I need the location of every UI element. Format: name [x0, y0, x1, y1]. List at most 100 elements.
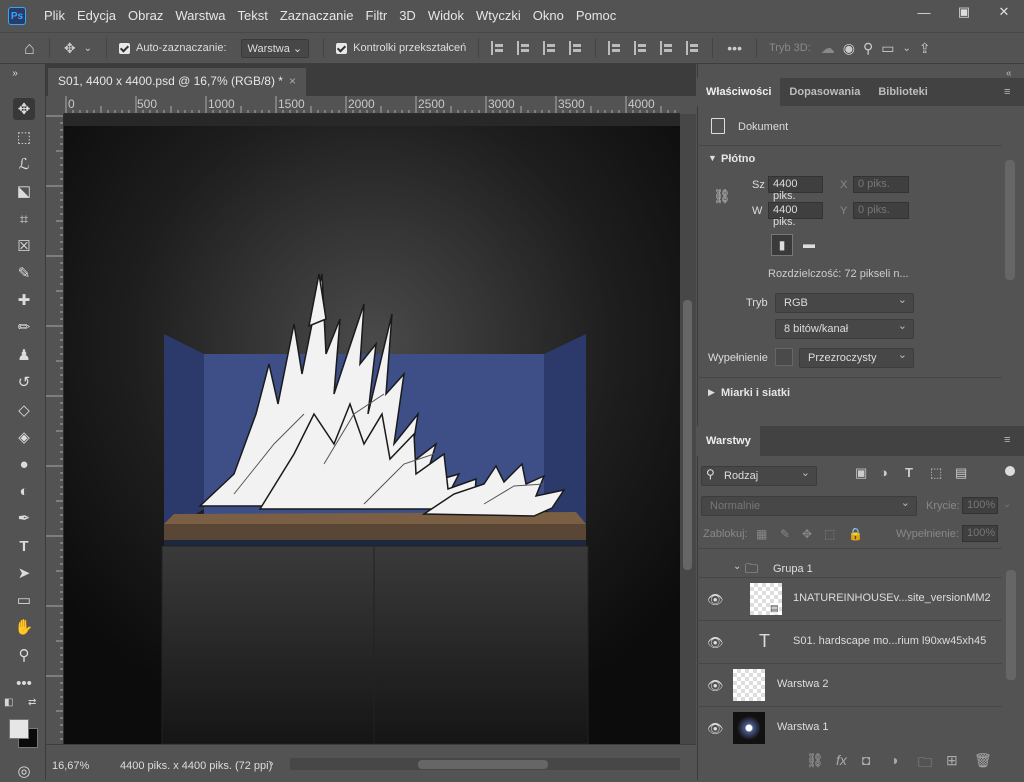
link-layers-icon[interactable]: ⛓ [806, 752, 824, 769]
layer-row-text[interactable]: 👁 T S01. hardscape mo...rium l90xw45xh45 [697, 620, 1002, 663]
document-canvas[interactable] [64, 114, 680, 744]
opacity-field[interactable]: 100% [962, 497, 998, 514]
default-colors-icon[interactable]: ◧ [4, 697, 13, 708]
menu-filtr[interactable]: Filtr [360, 0, 394, 32]
filter-pixel-icon[interactable]: ▣ [855, 465, 867, 481]
blur-tool-icon[interactable]: ● [13, 453, 35, 475]
align-top-icon[interactable] [608, 41, 622, 55]
tab-libraries[interactable]: Biblioteki [869, 78, 937, 106]
auto-select-dropdown[interactable]: Warstwa ⌄ [240, 38, 310, 58]
pen-tool-icon[interactable]: ✒ [13, 507, 35, 529]
rectangle-tool-icon[interactable]: ▭ [13, 589, 35, 611]
menu-wtyczki[interactable]: Wtyczki [470, 0, 527, 32]
filter-smart-object-icon[interactable]: ▤ [955, 465, 967, 481]
user-icon[interactable]: ◉ [843, 40, 855, 57]
distribute-horizontal-icon[interactable] [686, 41, 700, 55]
frame-tool-icon[interactable]: ☒ [13, 235, 35, 257]
align-middle-icon[interactable] [634, 41, 648, 55]
swap-colors-icon[interactable]: ⇄ [28, 697, 36, 708]
edit-toolbar-icon[interactable]: ••• [13, 672, 35, 694]
marquee-tool-icon[interactable]: ⬚ [13, 126, 35, 148]
move-tool-icon[interactable]: ✥ [64, 40, 76, 57]
more-options-icon[interactable]: ••• [727, 40, 742, 56]
blend-mode-dropdown[interactable]: Normalnie [701, 496, 917, 516]
auto-select-checkbox[interactable]: Auto-zaznaczanie: [119, 42, 227, 54]
type-tool-icon[interactable]: T [13, 535, 35, 557]
chevron-right-icon[interactable]: ▶ [708, 387, 715, 398]
history-brush-icon[interactable]: ↺ [13, 371, 35, 393]
fill-dropdown[interactable]: Przezroczysty [799, 348, 914, 368]
menu-widok[interactable]: Widok [422, 0, 470, 32]
chevron-down-icon[interactable]: ▼ [708, 153, 717, 163]
lock-pixels-icon[interactable]: ✎ [780, 527, 790, 541]
healing-brush-icon[interactable]: ✚ [13, 289, 35, 311]
link-icon[interactable]: ⛓ [713, 188, 731, 205]
menu-3d[interactable]: 3D [393, 0, 422, 32]
lock-transparency-icon[interactable]: ▦ [756, 527, 767, 541]
filter-kind-dropdown[interactable]: Rodzaj [701, 466, 817, 486]
zoom-tool-icon[interactable]: ⚲ [13, 644, 35, 666]
layer-row-warstwa-1[interactable]: 👁 Warstwa 1 [697, 706, 1002, 749]
move-tool-icon[interactable]: ✥ [13, 98, 35, 120]
menu-edycja[interactable]: Edycja [71, 0, 122, 32]
menu-obraz[interactable]: Obraz [122, 0, 169, 32]
portrait-orientation-icon[interactable]: ▮ [771, 234, 793, 256]
chevron-right-icon[interactable]: › [270, 758, 274, 770]
fill-layer-field[interactable]: 100% [962, 525, 998, 542]
new-group-icon[interactable]: 🗀 [918, 752, 932, 776]
share-icon[interactable]: ⇪ [919, 40, 931, 57]
tab-adjustments[interactable]: Dopasowania [780, 78, 869, 106]
object-select-tool-icon[interactable]: ⬕ [13, 180, 35, 202]
align-bottom-icon[interactable] [660, 41, 674, 55]
dodge-tool-icon[interactable]: ◐ [13, 480, 35, 502]
properties-scrollbar[interactable] [1005, 160, 1015, 280]
filter-adjustment-icon[interactable]: ◑ [880, 465, 888, 480]
filter-shape-icon[interactable]: ⬚ [930, 465, 942, 481]
layers-menu-icon[interactable]: ≡ [1004, 434, 1010, 446]
menu-tekst[interactable]: Tekst [231, 0, 273, 32]
fill-swatch[interactable] [775, 348, 793, 366]
align-left-icon[interactable] [491, 41, 505, 55]
vertical-scroll-thumb[interactable] [683, 300, 692, 570]
menu-zaznaczanie[interactable]: Zaznaczanie [274, 0, 360, 32]
lock-artboard-icon[interactable]: ⬚ [824, 527, 835, 541]
canvas-area[interactable] [64, 114, 680, 744]
distribute-vertical-icon[interactable] [569, 41, 583, 55]
landscape-orientation-icon[interactable]: ▬ [798, 234, 820, 256]
rulers-section-title[interactable]: Miarki i siatki [721, 387, 790, 399]
lock-position-icon[interactable]: ✥ [802, 527, 812, 541]
eye-icon[interactable]: 👁 [707, 721, 724, 737]
mode-dropdown[interactable]: RGB [775, 293, 914, 313]
quick-mask-icon[interactable]: ◎ [13, 760, 35, 782]
search-icon[interactable]: ⚲ [863, 40, 873, 57]
filter-type-icon[interactable]: T [905, 465, 913, 480]
crop-tool-icon[interactable]: ⌗ [13, 208, 35, 230]
menu-pomoc[interactable]: Pomoc [570, 0, 622, 32]
foreground-color-swatch[interactable] [9, 719, 29, 739]
panel-menu-icon[interactable]: ≡ [1004, 86, 1010, 98]
brush-tool-icon[interactable]: ✏ [13, 316, 35, 338]
fx-icon[interactable]: fx [836, 752, 847, 768]
eye-icon[interactable]: 👁 [707, 635, 724, 651]
lasso-tool-icon[interactable]: ℒ [13, 153, 35, 175]
close-tab-icon[interactable]: × [289, 74, 296, 88]
stamp-tool-icon[interactable]: ♟ [13, 344, 35, 366]
chevron-down-icon[interactable]: ⌄ [902, 43, 910, 54]
filter-toggle[interactable] [1005, 466, 1015, 476]
add-mask-icon[interactable]: ◘ [862, 752, 870, 768]
eyedropper-tool-icon[interactable]: ✎ [13, 262, 35, 284]
layer-row-warstwa-2[interactable]: 👁 Warstwa 2 [697, 663, 1002, 706]
tab-layers[interactable]: Warstwy [697, 426, 760, 456]
x-field[interactable]: 0 piks. [853, 176, 909, 193]
visibility-off-icon[interactable] [707, 562, 719, 574]
chevron-down-icon[interactable]: ⌄ [84, 43, 92, 54]
menu-okno[interactable]: Okno [527, 0, 570, 32]
collapse-icon[interactable]: » [4, 66, 26, 80]
orbit-3d-icon[interactable]: ☁ [821, 40, 835, 57]
menu-plik[interactable]: Plik [38, 0, 71, 32]
home-icon[interactable]: ⌂ [24, 38, 35, 59]
y-field[interactable]: 0 piks. [853, 202, 909, 219]
adjustment-layer-icon[interactable]: ◑ [890, 752, 898, 768]
horizontal-scroll-thumb[interactable] [418, 760, 548, 769]
tab-properties[interactable]: Właściwości [697, 78, 781, 106]
